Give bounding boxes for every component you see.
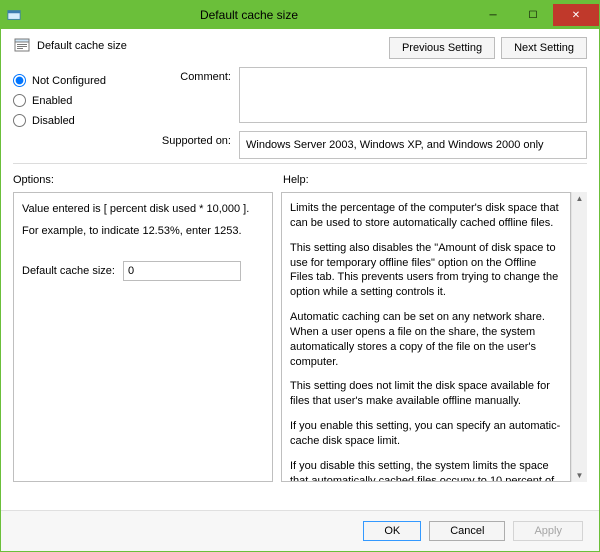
radio-enabled-label: Enabled [32,95,72,107]
help-paragraph: This setting does not limit the disk spa… [290,379,562,409]
cancel-button[interactable]: Cancel [429,521,505,541]
ok-button[interactable]: OK [363,521,421,541]
help-heading: Help: [283,174,309,186]
policy-editor-window: Default cache size ─ ☐ ✕ Default cache s… [0,0,600,552]
options-line-1: Value entered is [ percent disk used * 1… [22,203,264,215]
options-pane: Value entered is [ percent disk used * 1… [13,192,273,482]
default-cache-size-spinner[interactable]: ▲ ▼ [123,261,241,281]
help-paragraph: Limits the percentage of the computer's … [290,201,562,231]
radio-enabled-input[interactable] [13,94,26,107]
help-paragraph: This setting also disables the "Amount o… [290,241,562,300]
radio-not-configured-label: Not Configured [32,75,106,87]
divider [13,163,587,164]
default-cache-size-input[interactable] [124,265,273,277]
supported-on-value: Windows Server 2003, Windows XP, and Win… [239,131,587,159]
scroll-down-icon[interactable]: ▼ [576,471,584,480]
window-title: Default cache size [25,8,473,22]
titlebar[interactable]: Default cache size ─ ☐ ✕ [1,1,599,29]
previous-setting-button[interactable]: Previous Setting [389,37,495,59]
minimize-button[interactable]: ─ [473,4,513,26]
radio-disabled-input[interactable] [13,114,26,127]
options-heading: Options: [13,174,283,186]
apply-button: Apply [513,521,583,541]
radio-enabled[interactable]: Enabled [13,94,141,107]
outer-scrollbar[interactable]: ▲ ▼ [571,192,587,482]
comment-textarea[interactable] [239,67,587,123]
options-line-2: For example, to indicate 12.53%, enter 1… [22,225,264,237]
help-paragraph: Automatic caching can be set on any netw… [290,310,562,369]
help-paragraph: If you enable this setting, you can spec… [290,419,562,449]
help-paragraph: If you disable this setting, the system … [290,459,562,482]
scroll-up-icon[interactable]: ▲ [576,194,584,203]
maximize-button[interactable]: ☐ [513,4,553,26]
radio-disabled-label: Disabled [32,115,75,127]
close-button[interactable]: ✕ [553,4,599,26]
policy-icon [13,37,31,55]
radio-not-configured[interactable]: Not Configured [13,74,141,87]
dialog-footer: OK Cancel Apply [1,510,599,551]
spinner-label: Default cache size: [22,265,115,277]
radio-disabled[interactable]: Disabled [13,114,141,127]
comment-label: Comment: [153,67,231,83]
help-pane[interactable]: Limits the percentage of the computer's … [281,192,571,482]
next-setting-button[interactable]: Next Setting [501,37,587,59]
app-icon [7,8,21,22]
supported-on-label: Supported on: [153,131,231,147]
policy-title: Default cache size [37,40,127,52]
radio-not-configured-input[interactable] [13,74,26,87]
